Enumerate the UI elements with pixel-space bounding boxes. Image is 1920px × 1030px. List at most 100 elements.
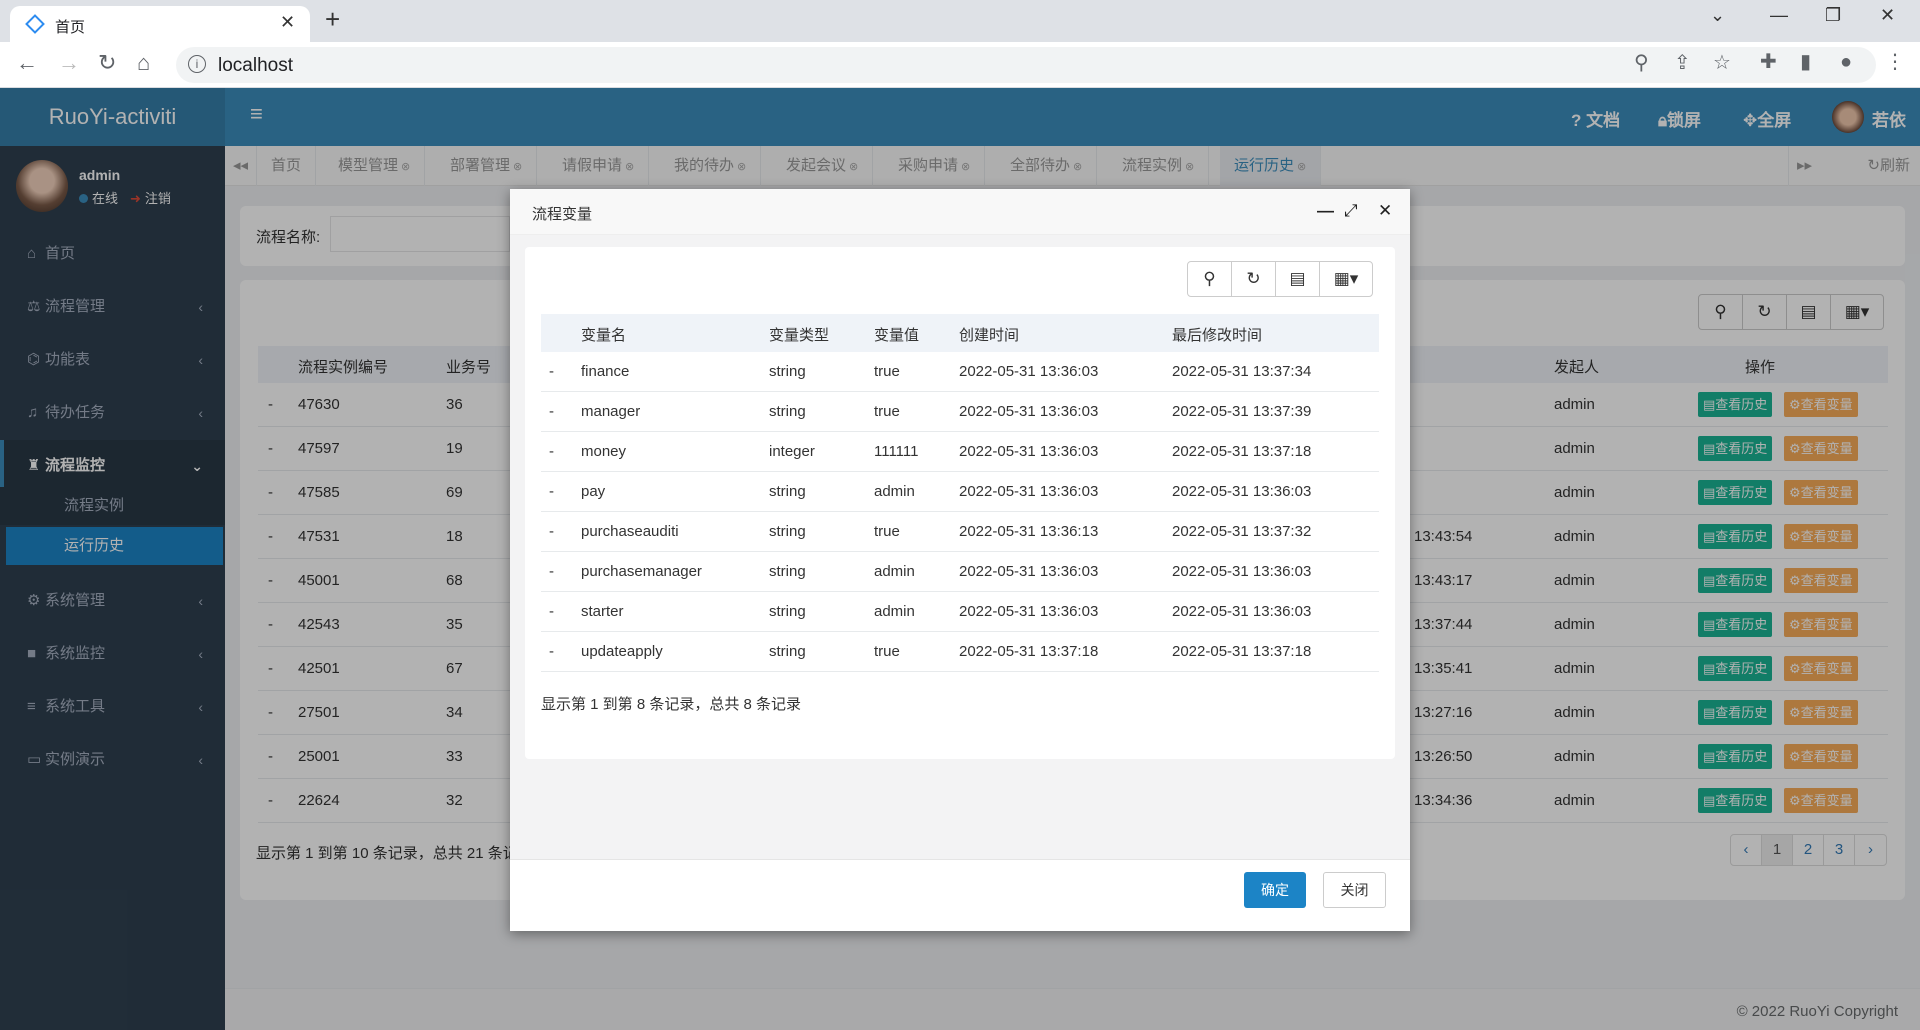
- var-type: integer: [769, 443, 815, 460]
- col-header[interactable]: 创建时间: [959, 324, 1019, 345]
- var-modified: 2022-05-31 13:36:03: [1172, 603, 1312, 620]
- row-detail-toggle[interactable]: -: [549, 483, 554, 500]
- dialog-title: 流程变量: [532, 206, 593, 223]
- var-name: purchasemanager: [581, 563, 702, 580]
- row-detail-toggle[interactable]: -: [549, 523, 554, 540]
- browser-tab[interactable]: 首页 ✕: [10, 6, 310, 42]
- maximize-icon[interactable]: ⤢: [1344, 202, 1358, 219]
- var-type: string: [769, 403, 806, 420]
- var-type: string: [769, 483, 806, 500]
- var-value: true: [874, 363, 900, 380]
- var-type: string: [769, 523, 806, 540]
- side-panel-icon[interactable]: ▮: [1800, 52, 1811, 72]
- var-name: purchaseauditi: [581, 523, 679, 540]
- var-type: string: [769, 363, 806, 380]
- var-name: manager: [581, 403, 641, 420]
- var-modified: 2022-05-31 13:37:39: [1172, 403, 1312, 420]
- dialog-table-header: 变量名 变量类型 变量值 创建时间 最后修改时间: [541, 314, 1379, 352]
- minimize-icon[interactable]: —: [1770, 6, 1788, 24]
- close-button[interactable]: 关闭: [1323, 872, 1386, 908]
- var-name: pay: [581, 483, 606, 500]
- forward-icon[interactable]: →: [58, 52, 80, 74]
- row-detail-toggle[interactable]: -: [549, 643, 554, 660]
- var-name: starter: [581, 603, 624, 620]
- var-type: string: [769, 563, 806, 580]
- share-icon[interactable]: ⇪: [1674, 53, 1691, 73]
- var-name: finance: [581, 363, 630, 380]
- back-icon[interactable]: ←: [16, 52, 38, 74]
- row-detail-toggle[interactable]: -: [549, 403, 554, 420]
- close-icon[interactable]: ✕: [1378, 202, 1392, 219]
- var-created: 2022-05-31 13:36:03: [959, 403, 1099, 420]
- refresh-icon[interactable]: ↻: [1232, 262, 1276, 296]
- bookmark-star-icon[interactable]: ☆: [1713, 53, 1731, 73]
- var-created: 2022-05-31 13:36:03: [959, 603, 1099, 620]
- var-type: string: [769, 603, 806, 620]
- tab-search-icon[interactable]: ⌄: [1710, 6, 1725, 24]
- close-tab-icon[interactable]: ✕: [280, 13, 295, 31]
- new-tab-icon[interactable]: +: [325, 6, 340, 32]
- variable-row[interactable]: - updateapply string true 2022-05-31 13:37:1…: [541, 632, 1379, 672]
- dialog-titlebar[interactable]: 流程变量 — ⤢ ✕: [510, 189, 1410, 235]
- dialog-table-footer: 显示第 1 到第 8 条记录，总共 8 条记录: [541, 696, 802, 713]
- columns-icon[interactable]: ▦▾: [1320, 262, 1372, 296]
- var-modified: 2022-05-31 13:36:03: [1172, 563, 1312, 580]
- search-icon[interactable]: ⚲: [1188, 262, 1232, 296]
- col-header[interactable]: 变量类型: [769, 324, 829, 345]
- variable-row[interactable]: - manager string true 2022-05-31 13:36:03 202…: [541, 392, 1379, 432]
- col-header[interactable]: 变量值: [874, 324, 919, 345]
- variable-row[interactable]: - money integer 111111 2022-05-31 13:36:03 20…: [541, 432, 1379, 472]
- var-name: updateapply: [581, 643, 663, 660]
- row-detail-toggle[interactable]: -: [549, 443, 554, 460]
- row-detail-toggle[interactable]: -: [549, 363, 554, 380]
- close-window-icon[interactable]: ✕: [1880, 6, 1895, 24]
- var-modified: 2022-05-31 13:37:18: [1172, 443, 1312, 460]
- var-created: 2022-05-31 13:36:03: [959, 483, 1099, 500]
- row-detail-toggle[interactable]: -: [549, 603, 554, 620]
- var-value: admin: [874, 563, 915, 580]
- variables-dialog: 流程变量 — ⤢ ✕ ⚲ ↻ ▤ ▦▾ 变量名 变量类型 变量值 创建时间 最后…: [510, 189, 1410, 931]
- var-created: 2022-05-31 13:37:18: [959, 643, 1099, 660]
- site-info-icon[interactable]: i: [188, 55, 206, 73]
- url-text: localhost: [218, 55, 293, 76]
- restore-icon[interactable]: ❐: [1825, 6, 1841, 24]
- variables-card: ⚲ ↻ ▤ ▦▾ 变量名 变量类型 变量值 创建时间 最后修改时间 - finan…: [525, 247, 1395, 759]
- var-value: admin: [874, 603, 915, 620]
- favicon-icon: [25, 14, 45, 34]
- dialog-footer: 确定 关闭: [510, 859, 1410, 931]
- minimize-icon[interactable]: —: [1317, 202, 1334, 219]
- omnibox[interactable]: i localhost ⚲ ⇪ ☆: [176, 47, 1876, 83]
- var-created: 2022-05-31 13:36:03: [959, 363, 1099, 380]
- var-value: true: [874, 643, 900, 660]
- browser-tabstrip: 首页 ✕ + ⌄ — ❐ ✕: [0, 0, 1920, 42]
- profile-icon[interactable]: ●: [1840, 52, 1852, 72]
- variable-row[interactable]: - starter string admin 2022-05-31 13:36:03 20…: [541, 592, 1379, 632]
- var-value: admin: [874, 483, 915, 500]
- var-created: 2022-05-31 13:36:03: [959, 443, 1099, 460]
- var-modified: 2022-05-31 13:37:32: [1172, 523, 1312, 540]
- col-header[interactable]: 最后修改时间: [1172, 324, 1262, 345]
- extensions-icon[interactable]: ✚: [1760, 52, 1777, 72]
- variable-row[interactable]: - finance string true 2022-05-31 13:36:03 202…: [541, 352, 1379, 392]
- menu-icon[interactable]: ⋮: [1885, 52, 1905, 72]
- zoom-icon[interactable]: ⚲: [1634, 53, 1649, 73]
- var-value: true: [874, 523, 900, 540]
- dialog-table-toolbar: ⚲ ↻ ▤ ▦▾: [1187, 261, 1373, 297]
- home-icon[interactable]: ⌂: [137, 52, 150, 74]
- variable-row[interactable]: - purchaseauditi string true 2022-05-31 13:3…: [541, 512, 1379, 552]
- var-modified: 2022-05-31 13:37:18: [1172, 643, 1312, 660]
- reload-icon[interactable]: ↻: [98, 52, 116, 74]
- address-bar: ← → ↻ ⌂ i localhost ⚲ ⇪ ☆ ✚ ▮ ● ⋮: [0, 42, 1920, 88]
- variable-row[interactable]: - purchasemanager string admin 2022-05-31 13…: [541, 552, 1379, 592]
- var-value: 111111: [874, 443, 919, 460]
- col-header[interactable]: 变量名: [581, 324, 626, 345]
- var-modified: 2022-05-31 13:36:03: [1172, 483, 1312, 500]
- var-created: 2022-05-31 13:36:03: [959, 563, 1099, 580]
- confirm-button[interactable]: 确定: [1244, 872, 1306, 908]
- row-detail-toggle[interactable]: -: [549, 563, 554, 580]
- toggle-view-icon[interactable]: ▤: [1276, 262, 1320, 296]
- tab-title: 首页: [55, 19, 86, 36]
- dialog-body: ⚲ ↻ ▤ ▦▾ 变量名 变量类型 变量值 创建时间 最后修改时间 - finan…: [510, 235, 1410, 859]
- variable-row[interactable]: - pay string admin 2022-05-31 13:36:03 2022-0…: [541, 472, 1379, 512]
- var-value: true: [874, 403, 900, 420]
